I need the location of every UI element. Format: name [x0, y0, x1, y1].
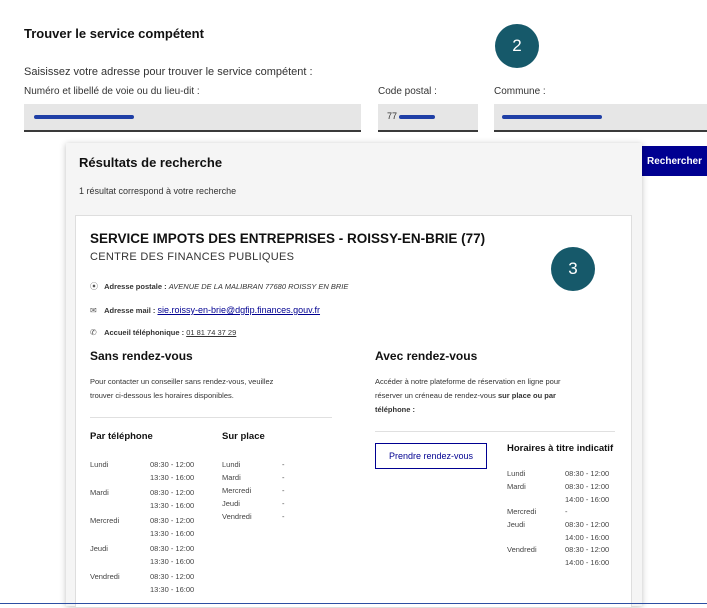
time-slot: 13:30 - 16:00: [150, 557, 195, 566]
time-slot: -: [282, 512, 285, 521]
mail-link[interactable]: sie.roissy-en-brie@dgfip.finances.gouv.f…: [157, 305, 320, 315]
street-redaction: [34, 115, 134, 119]
by-phone-heading: Par téléphone: [90, 431, 153, 442]
day-label: Mercredi: [90, 516, 120, 525]
results-title: Résultats de recherche: [79, 155, 223, 170]
envelope-icon: ✉: [90, 306, 97, 315]
postal-address-value: AVENUE DE LA MALIBRAN 77680 ROISSY EN BR…: [168, 282, 349, 291]
day-label: Vendredi: [507, 545, 537, 554]
day-label: Vendredi: [222, 512, 252, 521]
callout-badge: 2: [495, 24, 539, 68]
time-slot: 14:00 - 16:00: [565, 533, 610, 542]
divider: [90, 417, 332, 418]
time-slot: 13:30 - 16:00: [150, 473, 195, 482]
phone-label: Accueil téléphonique :: [104, 328, 185, 337]
with-appointment-title: Avec rendez-vous: [375, 349, 478, 363]
phone-number[interactable]: 01 81 74 37 29: [186, 328, 236, 337]
time-slot: -: [282, 460, 285, 469]
search-form-title: Trouver le service compétent: [24, 26, 204, 41]
mail-row: ✉ Adresse mail : sie.roissy-en-brie@dgfi…: [90, 305, 320, 315]
with-appointment-text-line: Accéder à notre plateforme de réservatio…: [375, 377, 561, 386]
time-slot: 08:30 - 12:00: [150, 544, 195, 553]
callout-badge: 3: [551, 247, 595, 291]
day-label: Mercredi: [507, 507, 537, 516]
without-appointment-text: Pour contacter un conseiller sans rendez…: [90, 375, 273, 403]
time-slot: 08:30 - 12:00: [150, 572, 195, 581]
day-label: Mercredi: [222, 486, 252, 495]
time-slot: 08:30 - 12:00: [565, 545, 610, 554]
time-slot: 08:30 - 12:00: [150, 516, 195, 525]
street-input[interactable]: [24, 104, 361, 132]
without-appointment-title: Sans rendez-vous: [90, 349, 193, 363]
postal-code-value: 77: [387, 111, 398, 121]
time-slot: 08:30 - 12:00: [565, 520, 610, 529]
indicative-hours-heading: Horaires à titre indicatif: [507, 443, 614, 454]
with-appointment-text: Accéder à notre plateforme de réservatio…: [375, 375, 561, 417]
service-name: SERVICE IMPOTS DES ENTREPRISES - ROISSY-…: [90, 231, 486, 246]
postal-code-input[interactable]: 77: [378, 104, 478, 132]
time-slot: 08:30 - 12:00: [565, 469, 610, 478]
bottom-rule: [0, 603, 707, 604]
mail-label: Adresse mail :: [104, 306, 156, 315]
with-appointment-text-line: téléphone :: [375, 405, 416, 414]
time-slot: 13:30 - 16:00: [150, 529, 195, 538]
without-appointment-text-line: Pour contacter un conseiller sans rendez…: [90, 377, 274, 386]
time-slot: -: [282, 499, 285, 508]
day-label: Jeudi: [222, 499, 240, 508]
day-label: Mardi: [507, 482, 526, 491]
with-appointment-text-line: réserver un créneau de rendez-vous sur p…: [375, 389, 561, 403]
day-label: Lundi: [222, 460, 241, 469]
street-label: Numéro et libellé de voie ou du lieu-dit…: [24, 86, 200, 97]
time-slot: 14:00 - 16:00: [565, 495, 610, 504]
day-label: Jeudi: [90, 544, 108, 553]
book-appointment-button[interactable]: Prendre rendez-vous: [375, 443, 487, 469]
time-slot: 13:30 - 16:00: [150, 585, 195, 594]
time-slot: 08:30 - 12:00: [150, 488, 195, 497]
postal-code-label: Code postal :: [378, 86, 437, 97]
map-pin-icon: ⦿: [90, 282, 98, 291]
city-label: Commune :: [494, 86, 546, 97]
with-appointment-text-bold: sur place ou par: [498, 391, 556, 400]
phone-row: ✆ Accueil téléphonique : 01 81 74 37 29: [90, 328, 236, 337]
postal-address-row: ⦿ Adresse postale : AVENUE DE LA MALIBRA…: [90, 281, 348, 292]
day-label: Lundi: [90, 460, 109, 469]
service-subtitle: CENTRE DES FINANCES PUBLIQUES: [90, 251, 295, 263]
on-site-heading: Sur place: [222, 431, 265, 442]
day-label: Vendredi: [90, 572, 120, 581]
time-slot: -: [282, 486, 285, 495]
without-appointment-text-line: trouver ci-dessous les horaires disponib…: [90, 391, 234, 400]
divider: [375, 431, 615, 432]
postal-address-label: Adresse postale :: [104, 282, 167, 291]
phone-icon: ✆: [90, 328, 97, 337]
day-label: Mardi: [222, 473, 241, 482]
results-count: 1 résultat correspond à votre recherche: [79, 186, 237, 196]
city-redaction: [502, 115, 602, 119]
city-input[interactable]: [494, 104, 707, 132]
time-slot: 13:30 - 16:00: [150, 501, 195, 510]
search-form-intro: Saisissez votre adresse pour trouver le …: [24, 66, 313, 78]
time-slot: -: [565, 507, 568, 516]
search-button[interactable]: Rechercher: [642, 146, 707, 176]
time-slot: 14:00 - 16:00: [565, 558, 610, 567]
time-slot: 08:30 - 12:00: [150, 460, 195, 469]
day-label: Jeudi: [507, 520, 525, 529]
day-label: Mardi: [90, 488, 109, 497]
time-slot: -: [282, 473, 285, 482]
postal-code-redaction: [399, 115, 435, 119]
time-slot: 08:30 - 12:00: [565, 482, 610, 491]
day-label: Lundi: [507, 469, 526, 478]
with-appointment-text-fragment: réserver un créneau de rendez-vous: [375, 391, 498, 400]
